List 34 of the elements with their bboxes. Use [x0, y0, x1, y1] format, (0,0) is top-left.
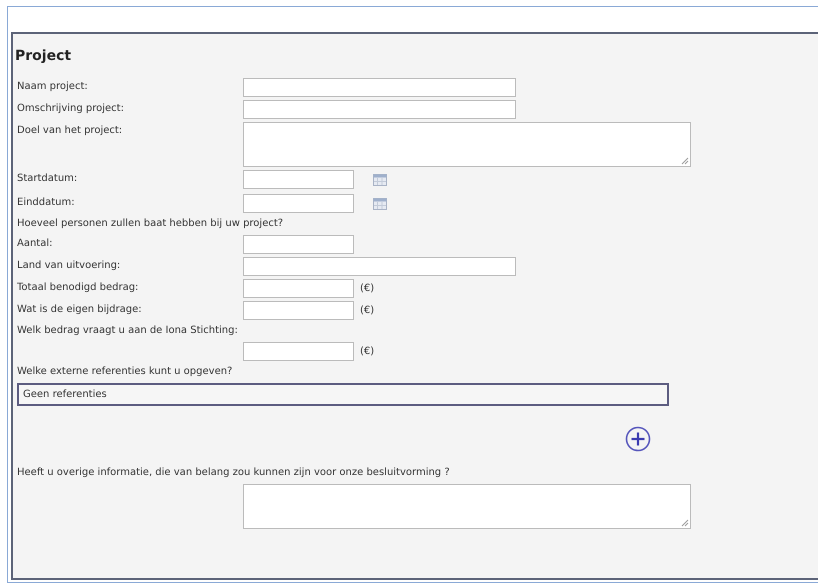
question-label: Hoeveel personen zullen baat hebben bij uw project?: [17, 218, 284, 229]
section-title: Project: [15, 48, 72, 64]
calendar-icon[interactable]: [373, 198, 387, 210]
references-field[interactable]: Geen referenties: [17, 383, 669, 406]
field-label: Startdatum:: [17, 173, 78, 184]
question-label: Welk bedrag vraagt u aan de Iona Stichting:: [17, 325, 239, 336]
input-field[interactable]: [243, 235, 354, 254]
currency-label: (€): [360, 283, 374, 294]
question-label: Welke externe referenties kunt u opgeven?: [17, 366, 234, 377]
field-label: Totaal benodigd bedrag:: [17, 282, 138, 293]
field-label: Land van uitvoering:: [17, 260, 120, 271]
question-label: Heeft u overige informatie, die van belang zou kunnen zijn voor onze besluitvorming ?: [17, 467, 451, 478]
field-label: Einddatum:: [17, 197, 75, 208]
field-label: Naam project:: [17, 81, 88, 92]
input-field[interactable]: [243, 194, 354, 213]
input-field[interactable]: [243, 301, 354, 320]
currency-label: (€): [360, 346, 374, 357]
field-label: Doel van het project:: [17, 125, 122, 136]
field-label: Aantal:: [17, 238, 53, 249]
input-field[interactable]: [243, 342, 354, 361]
calendar-icon[interactable]: [373, 174, 387, 186]
text-area[interactable]: [243, 484, 691, 529]
input-field[interactable]: [243, 170, 354, 189]
resize-grip-icon[interactable]: [680, 156, 689, 165]
field-label: Wat is de eigen bijdrage:: [17, 304, 142, 315]
input-field[interactable]: [243, 279, 354, 298]
resize-grip-icon[interactable]: [680, 518, 689, 527]
input-field[interactable]: [243, 78, 516, 97]
field-label: Omschrijving project:: [17, 103, 124, 114]
add-icon[interactable]: [625, 426, 651, 452]
text-area[interactable]: [243, 122, 691, 167]
input-field[interactable]: [243, 100, 516, 119]
input-field[interactable]: [243, 257, 516, 276]
currency-label: (€): [360, 305, 374, 316]
